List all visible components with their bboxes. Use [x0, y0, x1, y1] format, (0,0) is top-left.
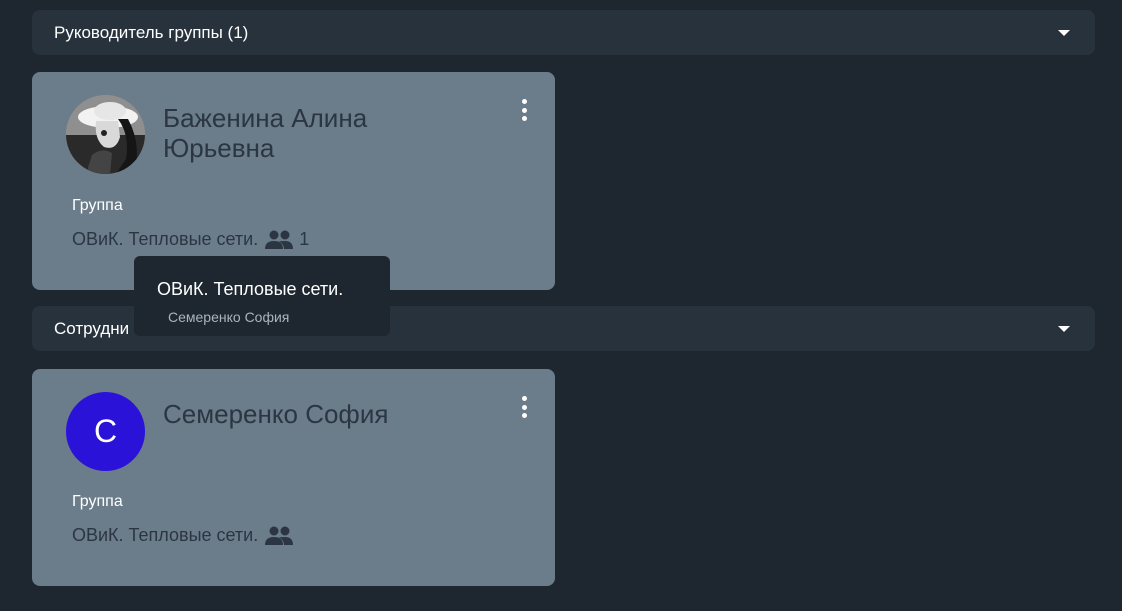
- people-icon: [265, 230, 294, 249]
- group-name[interactable]: ОВиК. Тепловые сети.: [72, 525, 258, 546]
- member-count: 1: [299, 229, 310, 249]
- people-icon: [265, 526, 294, 545]
- section-title: Руководитель группы (1): [54, 22, 249, 42]
- employee-card: С Семеренко София Группа ОВиК. Тепловые …: [32, 369, 555, 586]
- avatar: С: [66, 392, 145, 471]
- tooltip-title: ОВиК. Тепловые сети.: [157, 279, 344, 299]
- avatar-photo: [66, 95, 145, 174]
- group-label: Группа: [72, 493, 123, 510]
- section-header-leader[interactable]: Руководитель группы (1): [32, 10, 1095, 55]
- more-vert-icon[interactable]: [514, 396, 534, 418]
- group-row[interactable]: ОВиК. Тепловые сети.: [72, 525, 294, 546]
- group-label: Группа: [72, 197, 123, 214]
- more-vert-icon[interactable]: [514, 99, 534, 121]
- group-tooltip: ОВиК. Тепловые сети. Семеренко София: [134, 256, 390, 336]
- group-row[interactable]: ОВиК. Тепловые сети. 1: [72, 229, 309, 250]
- chevron-down-icon[interactable]: [1058, 325, 1070, 332]
- chevron-down-icon[interactable]: [1058, 29, 1070, 36]
- avatar: [66, 95, 145, 174]
- tooltip-member: Семеренко София: [168, 309, 290, 325]
- group-name[interactable]: ОВиК. Тепловые сети.: [72, 229, 258, 250]
- employee-name: Баженина Алина Юрьевна: [163, 103, 368, 163]
- employee-name: Семеренко София: [163, 399, 389, 429]
